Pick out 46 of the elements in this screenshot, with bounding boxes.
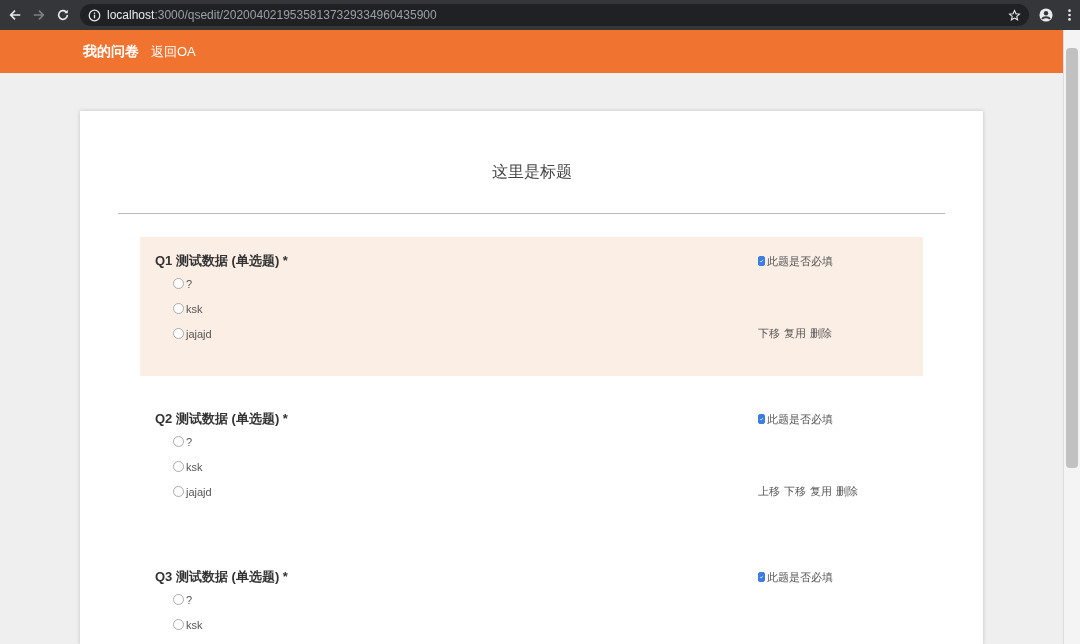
radio-button[interactable]	[173, 303, 184, 314]
radio-button[interactable]	[173, 486, 184, 497]
question-action-link[interactable]: 删除	[836, 484, 858, 499]
required-label: 此题是否必填	[767, 411, 833, 427]
url-host: localhost	[107, 8, 155, 22]
address-bar[interactable]: localhost:3000/qsedit/20200402195358137329334960435900	[80, 4, 1029, 26]
reload-icon[interactable]	[56, 8, 70, 22]
question-action-link[interactable]: 下移	[784, 484, 806, 499]
radio-button[interactable]	[173, 278, 184, 289]
radio-button[interactable]	[173, 436, 184, 447]
required-checkbox[interactable]	[758, 572, 765, 582]
required-label: 此题是否必填	[767, 253, 833, 269]
star-icon[interactable]	[1008, 8, 1021, 22]
option-label: jajajd	[186, 485, 212, 498]
required-checkbox[interactable]	[758, 414, 765, 424]
option-label: ksk	[186, 302, 203, 315]
account-icon[interactable]	[1039, 8, 1053, 22]
question-title: Q3 测试数据 (单选题) *	[155, 568, 288, 586]
question-title: Q2 测试数据 (单选题) *	[155, 410, 288, 428]
option-label: ksk	[186, 460, 203, 473]
survey-title: 这里是标题	[490, 162, 573, 182]
required-checkbox[interactable]	[758, 256, 765, 266]
required-label: 此题是否必填	[767, 569, 833, 585]
question-action-link[interactable]: 复用	[784, 326, 806, 341]
option-label: ksk	[186, 618, 203, 631]
option-label: ?	[186, 593, 193, 606]
info-icon	[88, 8, 101, 22]
question-action-link[interactable]: 上移	[758, 484, 780, 499]
question-block[interactable]: Q2 测试数据 (单选题) * ? ksk jajajd 此题是否必填 上移 下移 复用 删除	[140, 395, 923, 534]
option-label: ?	[186, 435, 193, 448]
menu-icon[interactable]	[1067, 8, 1072, 22]
radio-button[interactable]	[173, 328, 184, 339]
question-title: Q1 测试数据 (单选题) *	[155, 252, 288, 270]
question-action-link[interactable]: 下移	[758, 326, 780, 341]
back-arrow-icon[interactable]	[8, 8, 22, 22]
question-block[interactable]: Q3 测试数据 (单选题) * ? ksk 此题是否必填	[140, 553, 923, 644]
option-label: ?	[186, 277, 193, 290]
url-path: :3000/qsedit/20200402195358137329334960435900	[154, 8, 438, 22]
scrollbar[interactable]	[1063, 30, 1080, 644]
question-action-link[interactable]: 删除	[810, 326, 832, 341]
question-block[interactable]: Q1 测试数据 (单选题) * ? ksk jajajd 此题是否必填 下移 复用 删除	[140, 237, 923, 376]
radio-button[interactable]	[173, 619, 184, 630]
option-label: jajajd	[186, 327, 212, 340]
radio-button[interactable]	[173, 594, 184, 605]
radio-button[interactable]	[173, 461, 184, 472]
question-action-link[interactable]: 复用	[810, 484, 832, 499]
